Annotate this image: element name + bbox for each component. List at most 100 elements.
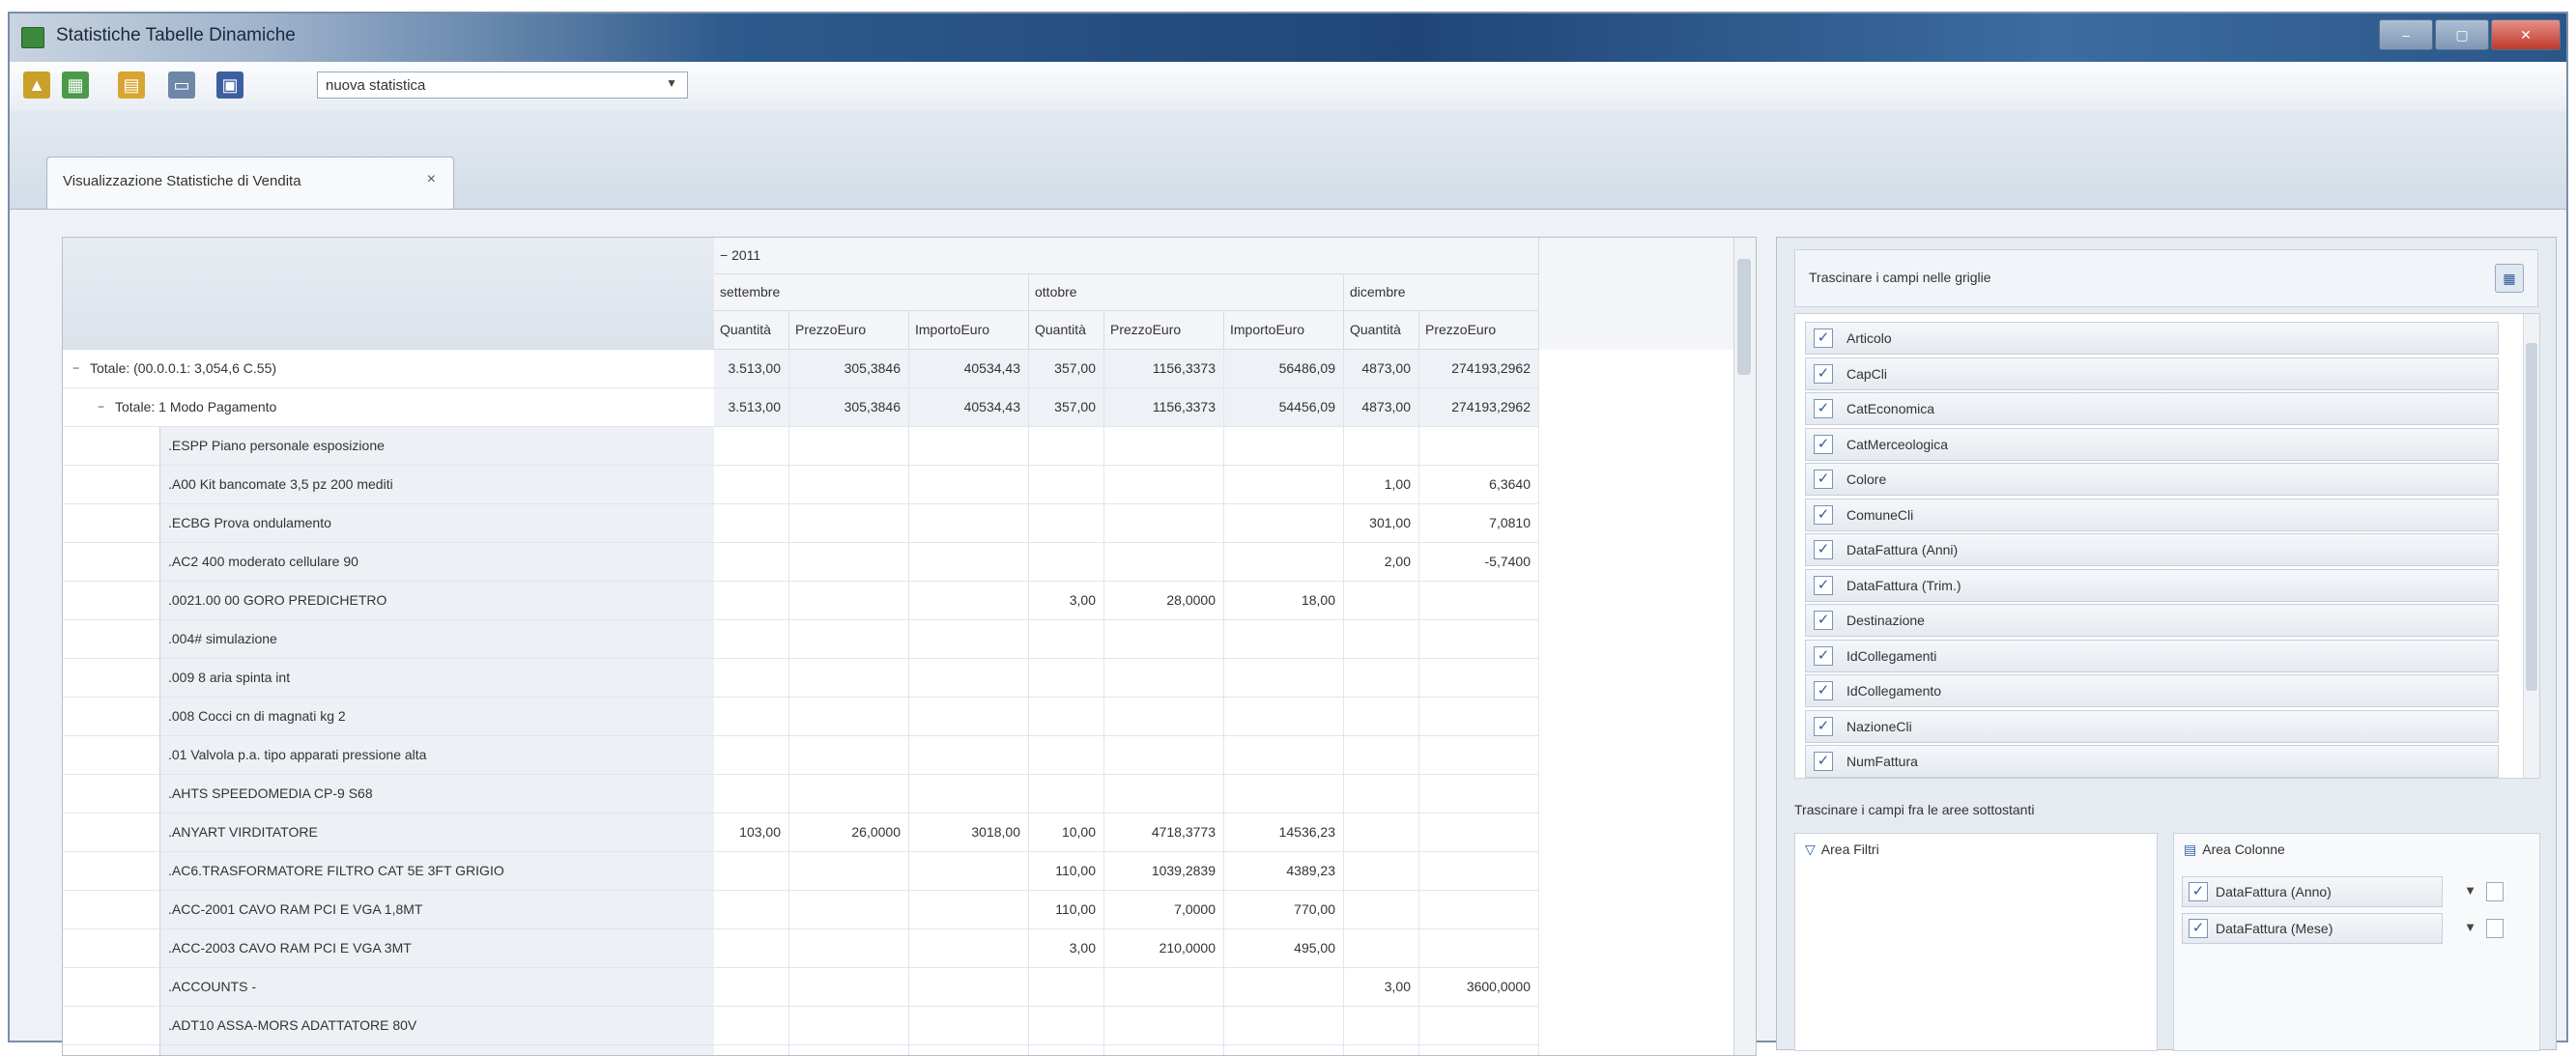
pivot-cell[interactable]: [714, 698, 789, 736]
pivot-cell[interactable]: [1224, 736, 1344, 775]
chevron-down-icon[interactable]: ▼: [2464, 883, 2476, 898]
pivot-cell[interactable]: [909, 504, 1029, 543]
pivot-cell[interactable]: 274193,2962: [1419, 350, 1539, 388]
pivot-cell[interactable]: [1104, 466, 1224, 504]
pivot-cell[interactable]: [1224, 968, 1344, 1007]
pivot-cell[interactable]: 3018,00: [909, 813, 1029, 852]
pivot-cell[interactable]: [1344, 813, 1419, 852]
pivot-cell[interactable]: 56486,09: [1224, 350, 1344, 388]
pivot-cell[interactable]: [1419, 852, 1539, 891]
pivot-cell[interactable]: 28,0000: [1104, 582, 1224, 620]
pivot-cell[interactable]: 3,00: [1029, 929, 1104, 968]
pivot-cell[interactable]: [1104, 968, 1224, 1007]
pivot-cell[interactable]: [789, 504, 909, 543]
pivot-vertical-scrollbar[interactable]: [1733, 238, 1756, 1055]
pivot-cell[interactable]: [909, 466, 1029, 504]
pivot-cell[interactable]: [1029, 427, 1104, 466]
pivot-cell[interactable]: [909, 852, 1029, 891]
pivot-cell[interactable]: [714, 1007, 789, 1045]
pivot-cell[interactable]: [1104, 620, 1224, 659]
pivot-cell[interactable]: [1344, 1045, 1419, 1055]
pivot-cell[interactable]: [1029, 1007, 1104, 1045]
pivot-cell[interactable]: [1344, 620, 1419, 659]
column-field-item[interactable]: ✓ DataFattura (Mese) ▼: [2182, 913, 2504, 944]
pivot-cell[interactable]: [789, 698, 909, 736]
checkbox-icon[interactable]: ✓: [2189, 919, 2208, 938]
pivot-cell[interactable]: [909, 968, 1029, 1007]
checkbox-icon[interactable]: ✓: [1814, 645, 1833, 666]
pivot-cell[interactable]: [1104, 736, 1224, 775]
checkbox-icon[interactable]: ✓: [1814, 363, 1833, 384]
pivot-cell[interactable]: 7,0000: [1104, 891, 1224, 929]
table-icon[interactable]: ▦: [62, 71, 89, 99]
pivot-cell[interactable]: [714, 620, 789, 659]
field-item[interactable]: ✓ Destinazione: [1805, 604, 2499, 637]
pivot-cell[interactable]: [909, 659, 1029, 698]
chart-icon[interactable]: ▲: [23, 71, 50, 99]
pivot-cell[interactable]: [1224, 620, 1344, 659]
pivot-cell[interactable]: 3.513,00: [714, 388, 789, 427]
pivot-cell[interactable]: [714, 504, 789, 543]
pivot-cell[interactable]: [789, 543, 909, 582]
pivot-cell[interactable]: [909, 891, 1029, 929]
pivot-cell[interactable]: [1419, 736, 1539, 775]
pivot-cell[interactable]: 770,00: [1224, 891, 1344, 929]
pivot-cell[interactable]: [1029, 659, 1104, 698]
pivot-cell[interactable]: [909, 736, 1029, 775]
pivot-cell[interactable]: [789, 852, 909, 891]
pivot-cell[interactable]: [1419, 582, 1539, 620]
pivot-cell[interactable]: [1224, 775, 1344, 813]
pivot-cell[interactable]: [1029, 466, 1104, 504]
pivot-cell[interactable]: [1344, 659, 1419, 698]
pivot-cell[interactable]: 1,00: [1344, 466, 1419, 504]
pivot-cell[interactable]: 495,00: [1224, 929, 1344, 968]
checkbox-icon[interactable]: ✓: [1814, 611, 1833, 630]
pivot-cell[interactable]: 3,00: [1344, 968, 1419, 1007]
pivot-cell[interactable]: [1419, 775, 1539, 813]
pivot-cell[interactable]: 10,00: [1029, 813, 1104, 852]
field-item[interactable]: ✓ IdCollegamento: [1805, 674, 2499, 707]
pivot-cell[interactable]: 4718,3773: [1104, 813, 1224, 852]
pivot-cell[interactable]: [1224, 1007, 1344, 1045]
field-item[interactable]: ✓ Colore: [1805, 463, 2499, 496]
tab-sales-statistics[interactable]: Visualizzazione Statistiche di Vendita ×: [46, 157, 454, 209]
pivot-cell[interactable]: [789, 620, 909, 659]
pivot-cell[interactable]: 54456,09: [1224, 388, 1344, 427]
folder-icon[interactable]: ▤: [118, 71, 145, 99]
pivot-cell[interactable]: [1224, 466, 1344, 504]
pivot-cell[interactable]: [789, 427, 909, 466]
scrollbar-thumb[interactable]: [1737, 259, 1751, 375]
sort-checkbox[interactable]: [2486, 919, 2504, 938]
pivot-cell[interactable]: [1344, 582, 1419, 620]
field-item[interactable]: ✓ CapCli: [1805, 357, 2499, 390]
pivot-cell[interactable]: 305,3846: [789, 388, 909, 427]
checkbox-icon[interactable]: ✓: [2189, 882, 2208, 901]
pivot-cell[interactable]: [909, 582, 1029, 620]
pivot-cell[interactable]: 3,00: [1029, 582, 1104, 620]
collapse-icon[interactable]: −: [72, 361, 79, 375]
pivot-cell[interactable]: [1104, 427, 1224, 466]
pivot-cell[interactable]: 40534,43: [909, 350, 1029, 388]
tab-close-icon[interactable]: ×: [427, 171, 436, 188]
minimize-button[interactable]: –: [2379, 19, 2433, 50]
pivot-cell[interactable]: [909, 1045, 1029, 1055]
print-icon[interactable]: ▭: [168, 71, 195, 99]
pivot-cell[interactable]: [1104, 504, 1224, 543]
field-item[interactable]: ✓ NumFattura: [1805, 745, 2499, 778]
pivot-cell[interactable]: [1344, 775, 1419, 813]
pivot-cell[interactable]: 4873,00: [1344, 388, 1419, 427]
pivot-cell[interactable]: 58,00: [1224, 1045, 1344, 1055]
pivot-cell[interactable]: 110,00: [1029, 891, 1104, 929]
pivot-cell[interactable]: [1029, 620, 1104, 659]
pivot-cell[interactable]: [1224, 427, 1344, 466]
maximize-button[interactable]: ▢: [2435, 19, 2489, 50]
close-button[interactable]: ✕: [2491, 19, 2561, 50]
pivot-cell[interactable]: 103,00: [714, 813, 789, 852]
pivot-cell[interactable]: [714, 1045, 789, 1055]
column-field-item[interactable]: ✓ DataFattura (Anno) ▼: [2182, 876, 2504, 907]
pivot-cell[interactable]: [1104, 698, 1224, 736]
pivot-cell[interactable]: 3600,0000: [1419, 968, 1539, 1007]
pivot-cell[interactable]: [1419, 891, 1539, 929]
checkbox-icon[interactable]: ✓: [1814, 328, 1833, 348]
checkbox-icon[interactable]: ✓: [1814, 681, 1833, 700]
